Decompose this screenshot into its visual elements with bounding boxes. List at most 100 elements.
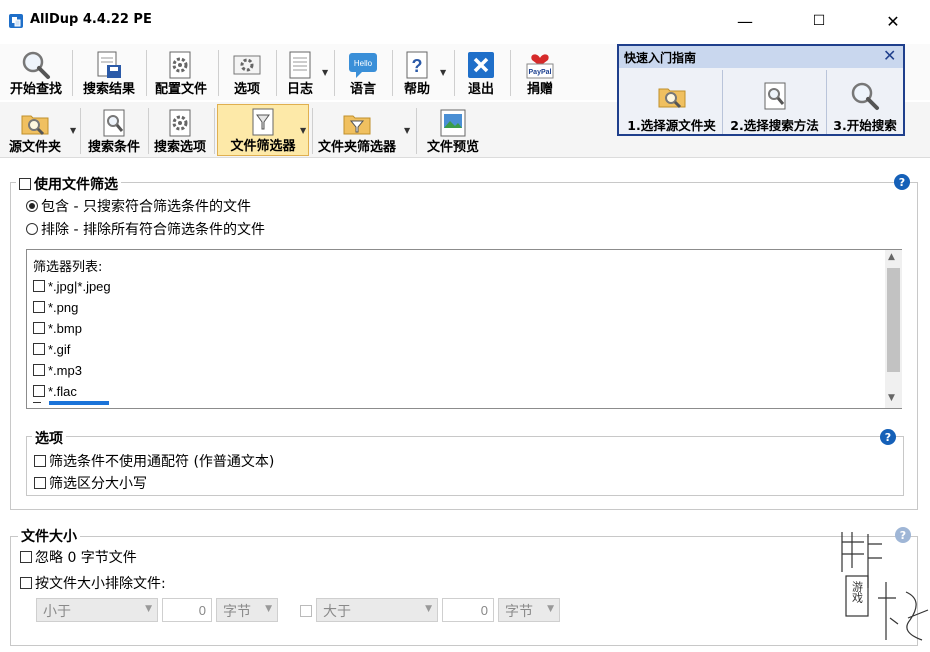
exclude-label: 排除 - 排除所有符合筛选条件的文件: [41, 222, 265, 238]
donate-label: 捐赠: [526, 82, 553, 97]
options-label: 选项: [233, 82, 260, 97]
case-sensitive-check[interactable]: [34, 477, 46, 489]
ignore-zero-byte-label: 忽略 0 字节文件: [35, 550, 137, 566]
include-radio-dot[interactable]: [26, 200, 38, 212]
log-dropdown-arrow-icon[interactable]: ▼: [322, 68, 328, 77]
exclude-radio-dot[interactable]: [26, 223, 38, 235]
file-filter-help-icon[interactable]: ?: [894, 174, 910, 190]
search-criteria-icon: [103, 109, 125, 137]
options-title: 选项: [32, 428, 66, 448]
ignore-zero-byte-check[interactable]: [20, 551, 32, 563]
no-wildcard-check[interactable]: [34, 455, 46, 467]
list-item[interactable]: *.gif: [33, 342, 70, 357]
greater-than-select[interactable]: 大于 ▼: [316, 598, 438, 622]
start-search-button[interactable]: 开始查找: [4, 46, 68, 98]
use-file-filter-checkbox[interactable]: 使用文件筛选: [16, 174, 121, 194]
search-options-icon: [169, 109, 191, 137]
no-wildcard-checkbox[interactable]: 筛选条件不使用通配符 (作普通文本): [34, 451, 274, 471]
profile-gear-icon: [169, 51, 191, 79]
tab-search-criteria[interactable]: 搜索条件: [84, 104, 144, 156]
language-button[interactable]: Hello 语言: [338, 46, 388, 98]
list-item-checkbox[interactable]: [33, 322, 45, 334]
list-item[interactable]: *.png: [33, 300, 78, 315]
list-item[interactable]: *.bmp: [33, 321, 82, 336]
list-item-checkbox[interactable]: [33, 280, 45, 292]
folder-filter-dropdown-arrow-icon[interactable]: ▼: [404, 126, 410, 135]
help-label: 帮助: [403, 82, 430, 97]
scroll-up-icon[interactable]: ▲: [888, 252, 895, 262]
options-help-icon[interactable]: ?: [880, 429, 896, 445]
list-item-checkbox[interactable]: [33, 301, 45, 313]
list-item-label: *.png: [48, 300, 79, 315]
tab-file-filter-label: 文件筛选器: [230, 139, 296, 154]
search-results-button[interactable]: 搜索结果: [76, 46, 142, 98]
svg-text:PayPal: PayPal: [529, 69, 552, 76]
close-button[interactable]: ✕: [870, 0, 916, 42]
language-label: 语言: [349, 82, 376, 97]
greater-unit-select[interactable]: 字节 ▼: [498, 598, 560, 622]
tab-file-preview-label: 文件预览: [426, 140, 479, 155]
svg-text:Hello: Hello: [354, 59, 373, 68]
use-file-filter-check[interactable]: [19, 178, 31, 190]
guide-step-1-label: 1.选择源文件夹: [627, 118, 716, 133]
filter-list-scrollbar[interactable]: ▲ ▼: [885, 250, 902, 408]
list-item[interactable]: *.jpg|*.jpeg: [33, 279, 111, 294]
exclude-by-size-check[interactable]: [20, 577, 32, 589]
tab-file-filter[interactable]: 文件筛选器: [217, 104, 309, 156]
help-dropdown-arrow-icon[interactable]: ▼: [440, 68, 446, 77]
folder-filter-icon: [343, 115, 371, 135]
list-item-label: *.flac: [48, 384, 77, 399]
guide-step-3-label: 3.开始搜索: [833, 118, 897, 133]
options-button[interactable]: 选项: [222, 46, 272, 98]
exit-label: 退出: [467, 82, 494, 97]
list-item[interactable]: *.flac: [33, 384, 77, 399]
source-folder-icon: [21, 115, 49, 136]
guide-step-start-search[interactable]: 3.开始搜索: [827, 70, 903, 134]
exclude-by-size-checkbox[interactable]: 按文件大小排除文件:: [20, 573, 166, 593]
greater-than-check[interactable]: [300, 605, 312, 617]
list-item-checkbox[interactable]: [33, 364, 45, 376]
greater-than-number-input[interactable]: 0: [442, 598, 494, 622]
list-item-checkbox[interactable]: [33, 343, 45, 355]
file-filter-dropdown-arrow-icon[interactable]: ▼: [300, 126, 306, 135]
scroll-down-icon[interactable]: ▼: [888, 393, 895, 403]
guide-step-select-folder[interactable]: 1.选择源文件夹: [621, 70, 723, 134]
donate-button[interactable]: PayPal 捐赠: [514, 46, 566, 98]
tab-source-folder-label: 源文件夹: [8, 140, 61, 155]
guide-step-search-method[interactable]: 2.选择搜索方法: [723, 70, 827, 134]
list-item-label: *.mp3: [48, 363, 82, 378]
greater-unit-value: 字节: [505, 604, 533, 620]
source-folder-dropdown-arrow-icon[interactable]: ▼: [70, 126, 76, 135]
maximize-button[interactable]: ☐: [796, 0, 842, 42]
tab-search-options[interactable]: 搜索选项: [150, 104, 210, 156]
guide-step-2-label: 2.选择搜索方法: [730, 118, 819, 133]
ignore-zero-byte-checkbox[interactable]: 忽略 0 字节文件: [20, 547, 137, 567]
tab-source-folder[interactable]: 源文件夹: [4, 104, 66, 156]
list-item-checkbox[interactable]: [33, 385, 45, 397]
watermark-text: 游戏: [851, 581, 864, 604]
profile-button[interactable]: 配置文件: [150, 46, 212, 98]
help-button[interactable]: ? 帮助: [396, 46, 438, 98]
case-sensitive-checkbox[interactable]: 筛选区分大小写: [34, 473, 147, 493]
filter-list-box[interactable]: 筛选器列表: *.jpg|*.jpeg *.png *.bmp *.gif *.…: [26, 249, 902, 409]
quick-start-guide-panel: 快速入门指南 ✕ 1.选择源文件夹 2.选择搜索方法 3.开始搜索: [617, 44, 905, 136]
exclude-radio[interactable]: 排除 - 排除所有符合筛选条件的文件: [26, 219, 265, 239]
less-than-number-input[interactable]: 0: [162, 598, 212, 622]
file-filter-page: 使用文件筛选 ? 包含 - 只搜索符合筛选条件的文件 排除 - 排除所有符合筛选…: [0, 160, 930, 652]
guide-close-icon[interactable]: ✕: [883, 46, 896, 65]
log-button[interactable]: 日志: [280, 46, 320, 98]
list-item[interactable]: *.mp3: [33, 363, 82, 378]
scroll-thumb[interactable]: [887, 268, 900, 372]
include-radio[interactable]: 包含 - 只搜索符合筛选条件的文件: [26, 196, 251, 216]
help-question-icon: ?: [406, 51, 428, 79]
tab-folder-filter[interactable]: 文件夹筛选器: [314, 104, 400, 156]
exit-button[interactable]: 退出: [458, 46, 504, 98]
minimize-button[interactable]: —: [722, 0, 768, 42]
less-than-select[interactable]: 小于 ▼: [36, 598, 158, 622]
exit-x-icon: [468, 52, 494, 78]
greater-than-checkbox[interactable]: [300, 605, 315, 620]
file-preview-icon: [440, 109, 466, 137]
tab-file-preview[interactable]: 文件预览: [420, 104, 486, 156]
less-unit-select[interactable]: 字节 ▼: [216, 598, 278, 622]
selection-highlight: [49, 401, 109, 405]
